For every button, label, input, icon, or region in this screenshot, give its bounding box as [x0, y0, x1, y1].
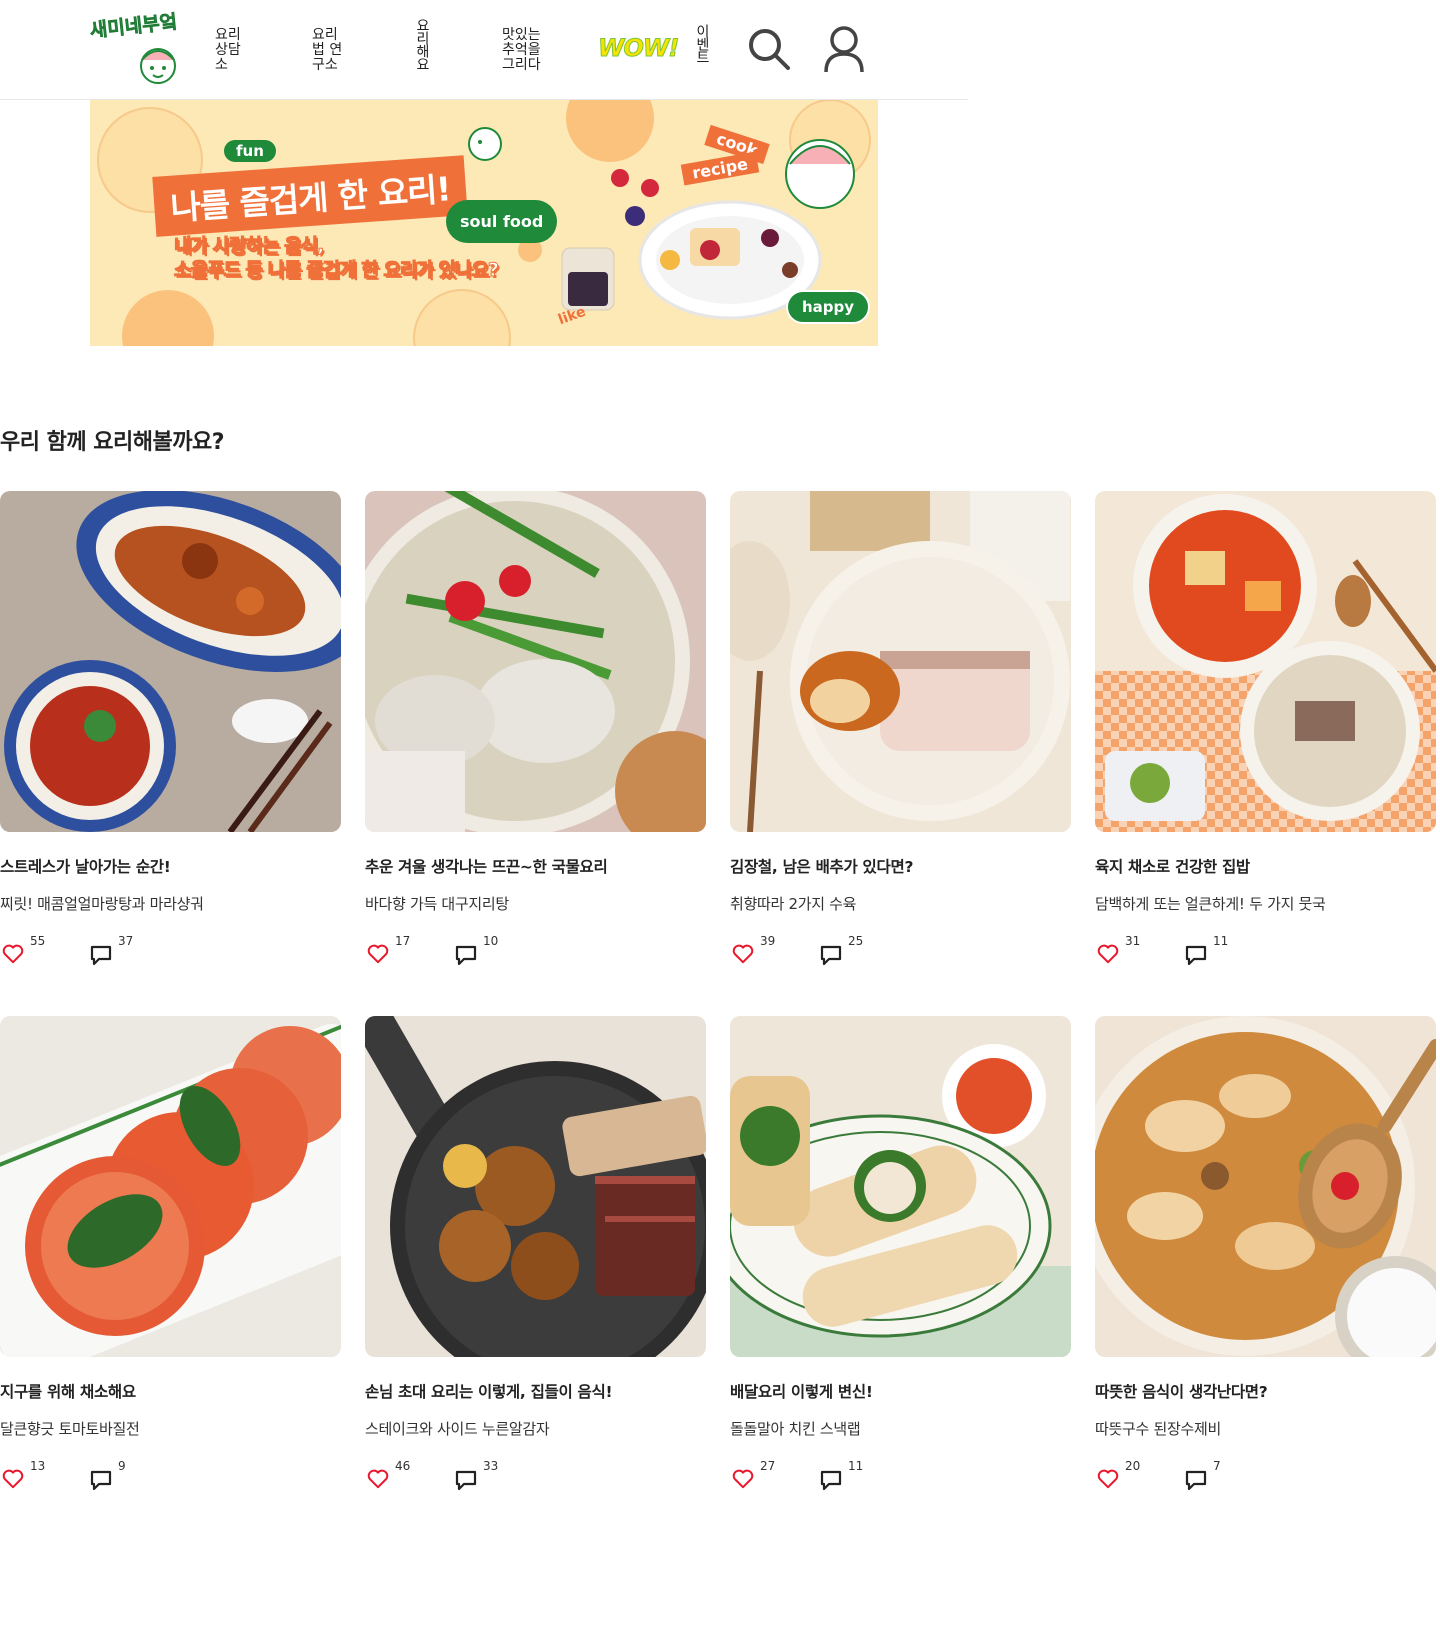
heart-icon[interactable]: [1097, 1469, 1119, 1489]
card-description: 달큰향긋 토마토바질전: [0, 1420, 140, 1438]
recipe-photo-steak[interactable]: [365, 1016, 706, 1357]
heart-icon[interactable]: [732, 944, 754, 964]
recipe-card[interactable]: 지구를 위해 채소해요 달큰향긋 토마토바질전 13 9: [0, 1016, 341, 1491]
section-title: 우리 함께 요리해볼까요?: [0, 430, 224, 455]
logo-text: 새미네부엌: [89, 11, 178, 42]
like-count: 20: [1125, 1459, 1141, 1473]
comment-icon[interactable]: [90, 1469, 112, 1491]
recipe-photo-mala[interactable]: [0, 491, 341, 832]
user-account-icon[interactable]: [822, 24, 866, 78]
card-description: 바다향 가득 대구지리탕: [365, 895, 509, 913]
banner-subtitle: 내가 사랑하는 음식, 소울푸드 등 나를 즐겁게 한 요리가 있나요?: [174, 235, 500, 282]
comment-icon[interactable]: [455, 944, 477, 966]
card-description: 담백하게 또는 얼큰하게! 두 가지 뭇국: [1095, 895, 1326, 913]
comment-count: 10: [483, 934, 499, 948]
recipe-card[interactable]: 배달요리 이렇게 변신! 돌돌말아 치킨 스낵랩 27 11: [730, 1016, 1071, 1491]
card-title[interactable]: 배달요리 이렇게 변신!: [730, 1380, 873, 1402]
comment-count: 11: [848, 1459, 864, 1473]
card-description: 취향따라 2가지 수육: [730, 895, 857, 913]
recipe-photo-radish-soup[interactable]: [1095, 491, 1436, 832]
heart-icon[interactable]: [732, 1469, 754, 1489]
recipe-card[interactable]: 스트레스가 날아가는 순간! 찌릿! 매콤얼얼마랑탕과 마라샹궈 55 37: [0, 491, 341, 966]
recipe-card[interactable]: 손님 초대 요리는 이렇게, 집들이 음식! 스테이크와 사이드 누른알감자 4…: [365, 1016, 706, 1491]
nav-cooking-consult[interactable]: 요리 상담 소: [215, 28, 241, 73]
recipe-card[interactable]: 추운 겨울 생각나는 뜨끈~한 국물요리 바다향 가득 대구지리탕 17 10: [365, 491, 706, 966]
heart-icon[interactable]: [2, 1469, 24, 1489]
heart-icon[interactable]: [1097, 944, 1119, 964]
recipe-photo-suyuk[interactable]: [730, 491, 1071, 832]
card-title[interactable]: 지구를 위해 채소해요: [0, 1380, 136, 1402]
card-title[interactable]: 추운 겨울 생각나는 뜨끈~한 국물요리: [365, 855, 608, 877]
like-count: 13: [30, 1459, 46, 1473]
like-count: 55: [30, 934, 46, 948]
comment-count: 7: [1213, 1459, 1221, 1473]
card-title[interactable]: 따뜻한 음식이 생각난다면?: [1095, 1380, 1268, 1402]
nav-wow[interactable]: WOW!: [597, 34, 679, 63]
nav-recipe-lab[interactable]: 요리 법 연 구소: [312, 28, 342, 73]
like-count: 39: [760, 934, 776, 948]
comment-count: 33: [483, 1459, 499, 1473]
like-count: 27: [760, 1459, 776, 1473]
card-description: 돌돌말아 치킨 스낵랩: [730, 1420, 861, 1438]
like-count: 31: [1125, 934, 1141, 948]
heart-icon[interactable]: [2, 944, 24, 964]
heart-icon[interactable]: [367, 1469, 389, 1489]
card-description: 스테이크와 사이드 누른알감자: [365, 1420, 550, 1438]
nav-event[interactable]: 이벤트: [694, 24, 710, 63]
like-count: 17: [395, 934, 411, 948]
fun-badge: fun: [224, 140, 276, 162]
happy-badge: happy: [786, 290, 871, 324]
comment-count: 37: [118, 934, 134, 948]
nav-tasty-memories[interactable]: 맛있는 추억을 그리다: [502, 28, 541, 73]
recipe-card[interactable]: 따뜻한 음식이 생각난다면? 따뜻구수 된장수제비 20 7: [1095, 1016, 1436, 1491]
recipe-card[interactable]: 김장철, 남은 배추가 있다면? 취향따라 2가지 수육 39 25: [730, 491, 1071, 966]
site-header: 새미네부엌 요리 상담 소 요리 법 연 구소 요리해요 맛있는 추억을 그리다…: [0, 0, 968, 100]
card-description: 따뜻구수 된장수제비: [1095, 1420, 1221, 1438]
comment-count: 9: [118, 1459, 126, 1473]
recipe-card[interactable]: 육지 채소로 건강한 집밥 담백하게 또는 얼큰하게! 두 가지 뭇국 31 1…: [1095, 491, 1436, 966]
recipe-photo-sujebi[interactable]: [1095, 1016, 1436, 1357]
card-description: 찌릿! 매콤얼얼마랑탕과 마라샹궈: [0, 895, 204, 913]
card-title[interactable]: 손님 초대 요리는 이렇게, 집들이 음식!: [365, 1380, 613, 1402]
heart-icon[interactable]: [367, 944, 389, 964]
recipe-photo-tomato-basil[interactable]: [0, 1016, 341, 1357]
comment-icon[interactable]: [1185, 1469, 1207, 1491]
comment-count: 11: [1213, 934, 1229, 948]
event-banner[interactable]: fun 나를 즐겁게 한 요리! soul food 내가 사랑하는 음식, 소…: [90, 100, 878, 346]
site-logo[interactable]: 새미네부엌: [88, 8, 188, 88]
comment-icon[interactable]: [820, 944, 842, 966]
like-count: 46: [395, 1459, 411, 1473]
comment-icon[interactable]: [90, 944, 112, 966]
comment-icon[interactable]: [820, 1469, 842, 1491]
card-title[interactable]: 스트레스가 날아가는 순간!: [0, 855, 171, 877]
card-title[interactable]: 육지 채소로 건강한 집밥: [1095, 855, 1250, 877]
comment-icon[interactable]: [1185, 944, 1207, 966]
nav-lets-cook[interactable]: 요리해요: [414, 18, 430, 70]
recipe-photo-cod-soup[interactable]: [365, 491, 706, 832]
recipe-photo-snack-wrap[interactable]: [730, 1016, 1071, 1357]
card-title[interactable]: 김장철, 남은 배추가 있다면?: [730, 855, 913, 877]
comment-count: 25: [848, 934, 864, 948]
search-icon[interactable]: [746, 26, 792, 76]
comment-icon[interactable]: [455, 1469, 477, 1491]
